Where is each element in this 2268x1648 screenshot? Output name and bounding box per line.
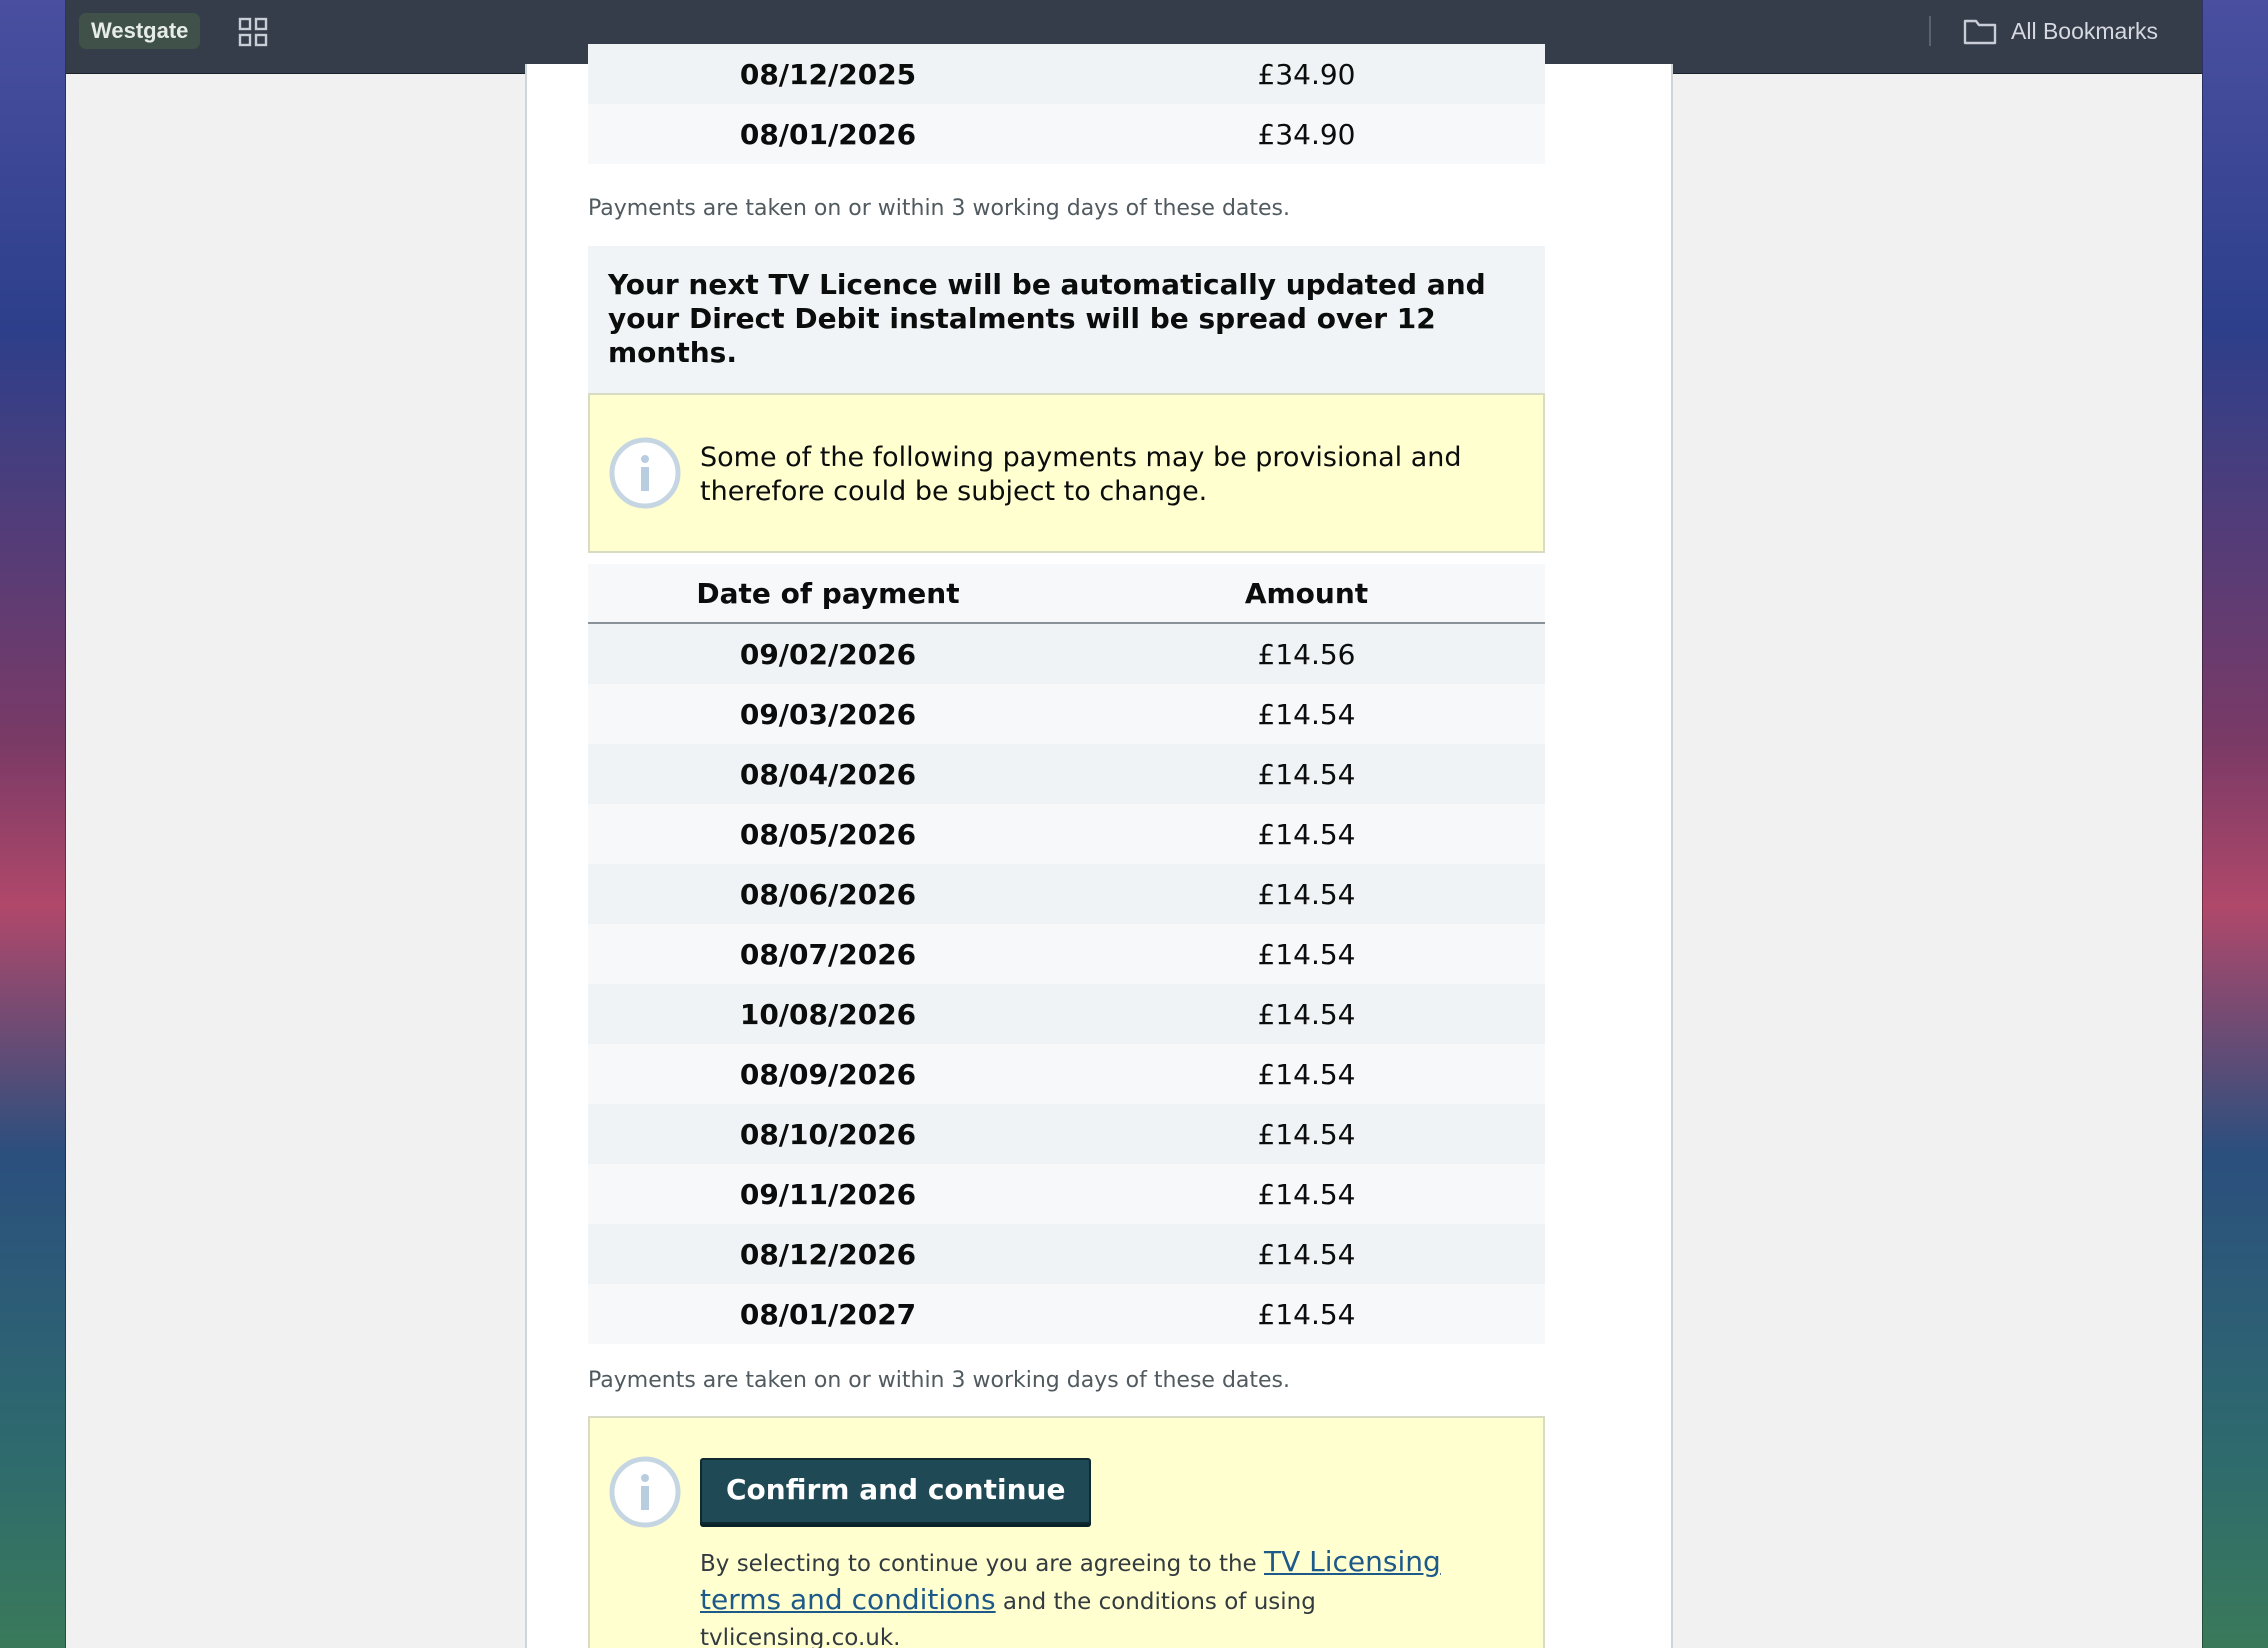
info-circle-icon [609,437,681,509]
first-payment-table-wrap: 08/12/2025 £34.90 08/01/2026 £34.90 [588,44,1545,164]
payment-date: 08/12/2025 [588,44,1068,104]
payment-amount: £14.54 [1068,984,1545,1044]
payment-date: 08/07/2026 [588,924,1068,984]
table-row: 09/02/2026 £14.56 [588,623,1545,684]
payment-amount: £14.54 [1068,924,1545,984]
payment-timing-note: Payments are taken on or within 3 workin… [588,1368,1291,1393]
table-row: 08/12/2025 £34.90 [588,44,1545,104]
date-column-header: Date of payment [588,564,1068,624]
first-payment-table: 08/12/2025 £34.90 08/01/2026 £34.90 [588,44,1545,164]
table-row: 09/11/2026 £14.54 [588,1164,1545,1224]
payment-date: 10/08/2026 [588,984,1068,1044]
payment-date: 09/03/2026 [588,684,1068,744]
payment-date: 08/01/2026 [588,104,1068,164]
payment-amount: £14.54 [1068,1284,1545,1344]
table-row: 10/08/2026 £14.54 [588,984,1545,1044]
table-row: 08/06/2026 £14.54 [588,864,1545,924]
info-circle-icon [609,1456,681,1528]
content-card: 08/12/2025 £34.90 08/01/2026 £34.90 Paym… [525,44,1673,1648]
payment-date: 08/01/2027 [588,1284,1068,1344]
page-viewport[interactable]: 08/12/2025 £34.90 08/01/2026 £34.90 Paym… [66,44,2202,1648]
payment-amount: £14.54 [1068,1224,1545,1284]
table-row: 08/01/2027 £14.54 [588,1284,1545,1344]
folder-icon [1963,19,1997,45]
profile-button[interactable]: Westgate [79,13,201,49]
payment-amount: £14.54 [1068,1104,1545,1164]
payment-date: 08/10/2026 [588,1104,1068,1164]
payment-amount: £14.54 [1068,684,1545,744]
table-row: 08/12/2026 £14.54 [588,1224,1545,1284]
payment-date: 08/12/2026 [588,1224,1068,1284]
payment-amount: £14.56 [1068,623,1545,684]
table-row: 09/03/2026 £14.54 [588,684,1545,744]
payment-timing-note: Payments are taken on or within 3 workin… [588,196,1291,221]
terms-prefix: By selecting to continue you are agreein… [700,1551,1264,1577]
payment-date: 09/02/2026 [588,623,1068,684]
payment-date: 08/06/2026 [588,864,1068,924]
second-payment-table-wrap: Date of payment Amount 09/02/2026 £14.56 … [588,564,1545,1344]
payment-amount: £34.90 [1068,104,1545,164]
table-row: 08/04/2026 £14.54 [588,744,1545,804]
confirm-box: Confirm and continue By selecting to con… [588,1416,1545,1648]
terms-agreement-text: By selecting to continue you are agreein… [700,1544,1520,1648]
payment-amount: £34.90 [1068,44,1545,104]
table-row: 08/05/2026 £14.54 [588,804,1545,864]
confirm-and-continue-button[interactable]: Confirm and continue [700,1458,1092,1524]
table-row: 08/07/2026 £14.54 [588,924,1545,984]
table-row: 08/09/2026 £14.54 [588,1044,1545,1104]
provisional-warning-text: Some of the following payments may be pr… [700,442,1462,507]
toolbar-divider [1929,16,1931,46]
payment-amount: £14.54 [1068,1044,1545,1104]
provisional-warning-box: Some of the following payments may be pr… [588,393,1545,553]
apps-grid-icon[interactable] [238,17,268,47]
payment-date: 08/04/2026 [588,744,1068,804]
payment-date: 09/11/2026 [588,1164,1068,1224]
payment-amount: £14.54 [1068,1164,1545,1224]
browser-window: Westgate All Bookmarks 08/12/2025 £34.90… [66,0,2202,1648]
next-licence-notice: Your next TV Licence will be automatical… [588,246,1545,408]
payment-date: 08/05/2026 [588,804,1068,864]
payment-date: 08/09/2026 [588,1044,1068,1104]
table-row: 08/10/2026 £14.54 [588,1104,1545,1164]
table-row: 08/01/2026 £34.90 [588,104,1545,164]
second-payment-table: Date of payment Amount 09/02/2026 £14.56 … [588,564,1545,1344]
payment-amount: £14.54 [1068,864,1545,924]
table-header-row: Date of payment Amount [588,564,1545,624]
payment-amount: £14.54 [1068,804,1545,864]
bookmarks-label: All Bookmarks [2011,18,2158,44]
amount-column-header: Amount [1068,564,1545,624]
payment-amount: £14.54 [1068,744,1545,804]
